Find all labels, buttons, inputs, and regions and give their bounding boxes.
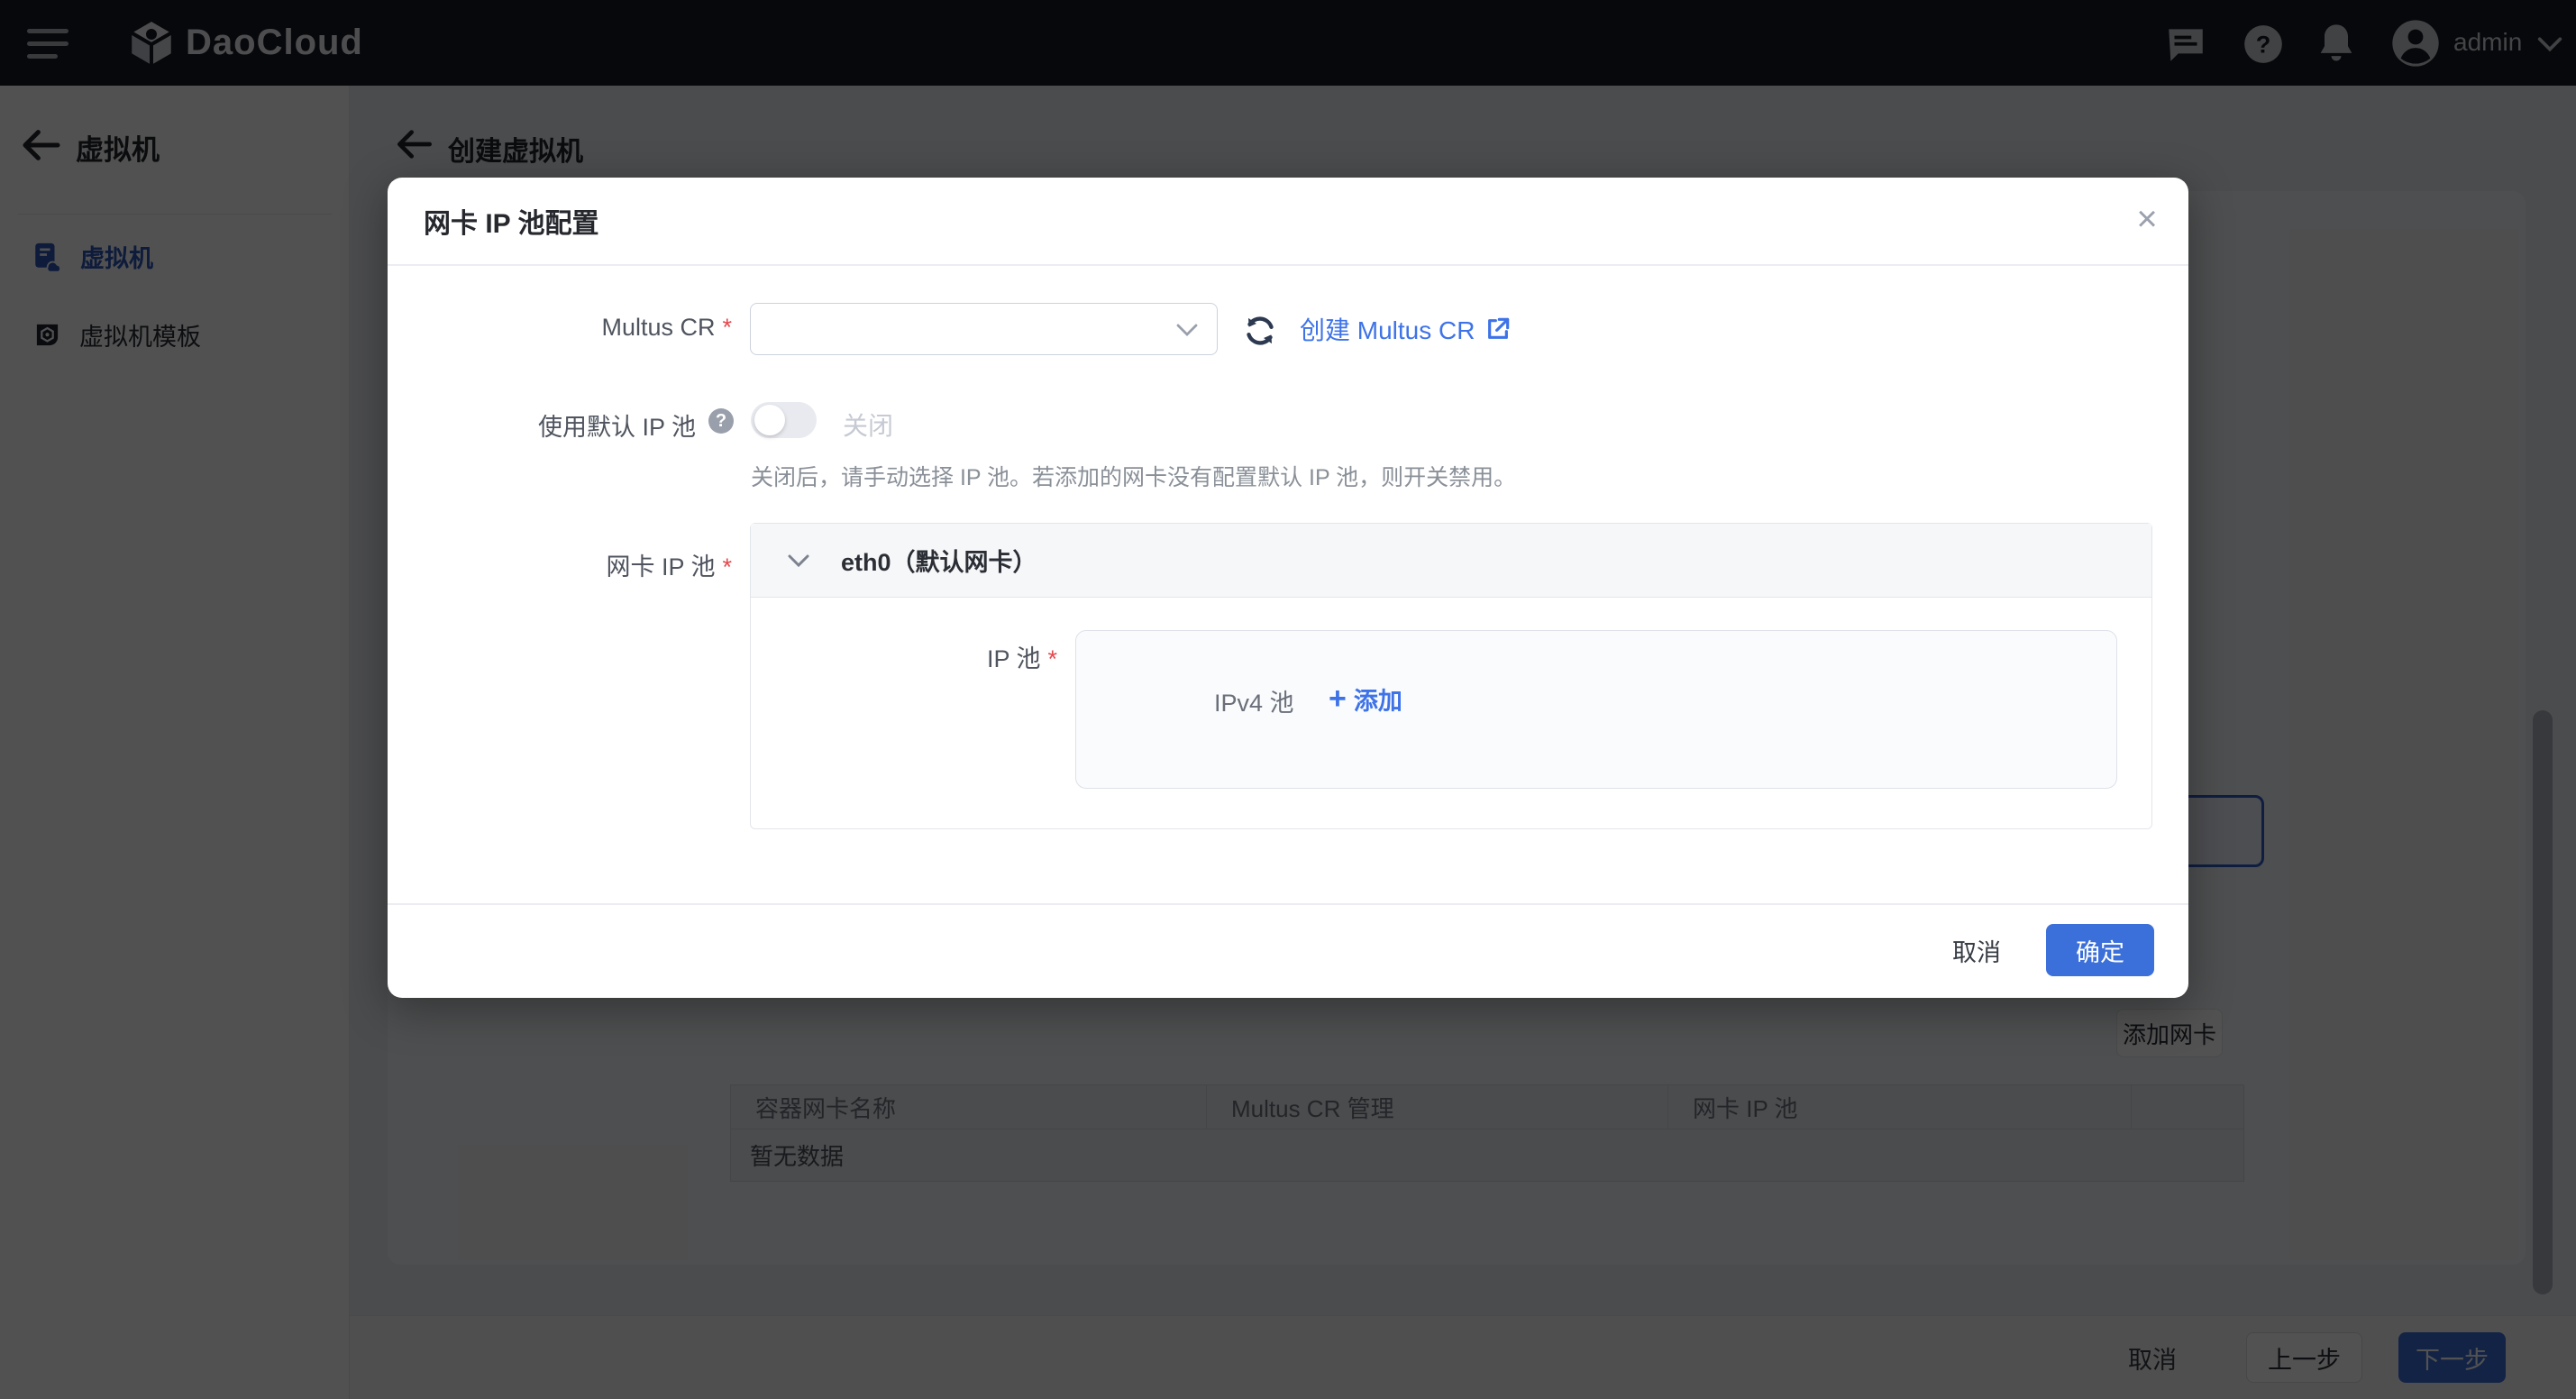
external-link-icon bbox=[1484, 315, 1512, 343]
toggle-state-text: 关闭 bbox=[843, 407, 893, 443]
default-pool-label-wrap: 使用默认 IP 池 bbox=[388, 407, 696, 443]
add-ipv4-pool-label: 添加 bbox=[1354, 681, 1402, 717]
dialog-title: 网卡 IP 池配置 bbox=[424, 201, 598, 241]
multus-cr-label: Multus CR bbox=[601, 314, 715, 341]
dialog-ok-button[interactable]: 确定 bbox=[2046, 924, 2154, 976]
nic-ip-pool-dialog: 网卡 IP 池配置 × Multus CR * 创建 Multus CR bbox=[388, 178, 2188, 998]
create-multus-cr-link-label: 创建 Multus CR bbox=[1300, 311, 1475, 347]
eth0-panel-title: eth0（默认网卡） bbox=[841, 543, 1037, 578]
ip-pool-box: IPv4 池 + 添加 bbox=[1075, 630, 2117, 789]
create-multus-cr-link[interactable]: 创建 Multus CR bbox=[1300, 311, 1512, 347]
required-asterisk: * bbox=[1047, 645, 1057, 672]
toggle-knob bbox=[754, 405, 785, 435]
ipv4-pool-label: IPv4 池 bbox=[1214, 683, 1294, 718]
refresh-icon[interactable] bbox=[1242, 313, 1278, 349]
collapse-chevron-down-icon bbox=[785, 551, 812, 571]
ip-pool-label: IP 池 bbox=[987, 645, 1041, 672]
default-pool-toggle[interactable] bbox=[751, 402, 817, 438]
eth0-collapse-panel: eth0（默认网卡） IP 池* IPv4 池 + 添加 bbox=[750, 523, 2152, 829]
nic-pool-label-wrap: 网卡 IP 池* bbox=[388, 547, 732, 582]
dialog-header-divider bbox=[388, 264, 2188, 266]
close-icon[interactable]: × bbox=[2125, 197, 2169, 241]
required-asterisk: * bbox=[722, 553, 732, 581]
select-chevron-down-icon bbox=[1174, 320, 1201, 340]
dialog-footer-divider bbox=[388, 903, 2188, 905]
default-pool-label: 使用默认 IP 池 bbox=[538, 414, 696, 441]
default-pool-help-text: 关闭后，请手动选择 IP 池。若添加的网卡没有配置默认 IP 池，则开关禁用。 bbox=[751, 460, 1516, 492]
default-pool-help-icon[interactable]: ? bbox=[708, 408, 734, 434]
eth0-panel-header[interactable]: eth0（默认网卡） bbox=[751, 524, 2151, 598]
required-asterisk: * bbox=[722, 314, 732, 341]
plus-icon: + bbox=[1329, 681, 1347, 717]
nic-pool-label: 网卡 IP 池 bbox=[606, 553, 715, 581]
dialog-cancel-button[interactable]: 取消 bbox=[1936, 924, 2017, 976]
multus-cr-label-wrap: Multus CR * bbox=[388, 314, 732, 342]
multus-cr-select[interactable] bbox=[750, 303, 1218, 355]
add-ipv4-pool-link[interactable]: + 添加 bbox=[1329, 681, 1402, 717]
ip-pool-label-wrap: IP 池* bbox=[751, 639, 1057, 674]
application-root: DaoCloud ? admin 虚拟机 bbox=[0, 0, 2576, 1399]
